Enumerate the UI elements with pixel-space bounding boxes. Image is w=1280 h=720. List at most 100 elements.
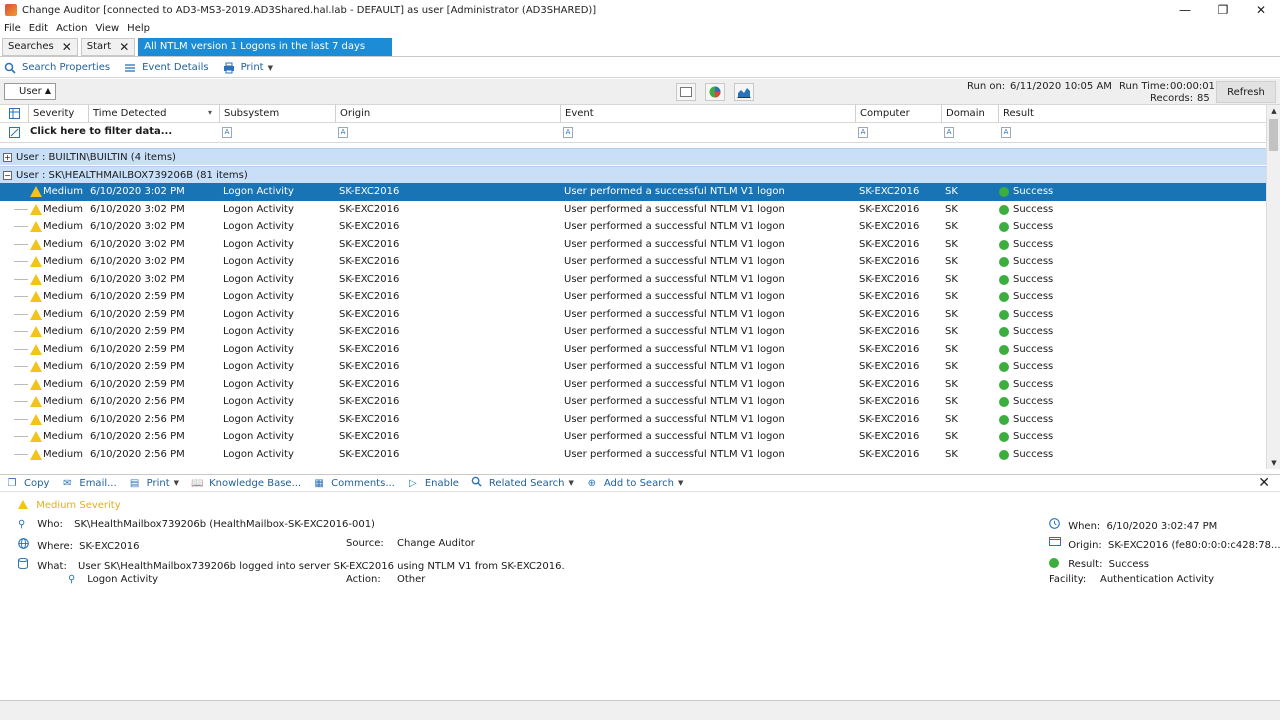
table-row[interactable]: Medium 6/10/2020 2:56 PM Logon Activity SK-…: [0, 393, 1266, 411]
origin-value[interactable]: SK-EXC2016 (fe80:0:0:0:c428:78...: [1108, 540, 1280, 551]
origin-filter-icon[interactable]: A: [338, 127, 348, 138]
related-search-button[interactable]: Related Search ▼: [471, 476, 574, 490]
pie-chart-view-button[interactable]: [705, 83, 725, 101]
sort-ascending-icon[interactable]: ▲: [45, 86, 51, 95]
computer-cell: SK-EXC2016: [859, 273, 920, 285]
column-header-origin[interactable]: Origin: [335, 105, 560, 123]
severity-cell: Medium: [43, 256, 83, 267]
table-row[interactable]: Medium 6/10/2020 2:59 PM Logon Activity SK-…: [0, 358, 1266, 376]
bar-chart-view-button[interactable]: [734, 83, 754, 101]
event-details-button[interactable]: Event Details: [124, 62, 209, 74]
event-cell: User performed a successful NTLM V1 logo…: [564, 448, 785, 460]
maximize-button[interactable]: ❐: [1204, 0, 1242, 20]
table-row[interactable]: Medium 6/10/2020 2:59 PM Logon Activity SK-…: [0, 376, 1266, 394]
minimize-button[interactable]: —: [1166, 0, 1204, 20]
success-icon: [999, 292, 1009, 302]
column-header-severity[interactable]: Severity: [28, 105, 88, 123]
column-header-computer[interactable]: Computer: [855, 105, 941, 123]
table-row[interactable]: Medium 6/10/2020 2:56 PM Logon Activity SK-…: [0, 428, 1266, 446]
table-row[interactable]: Medium 6/10/2020 3:02 PM Logon Activity SK-…: [0, 236, 1266, 254]
result-filter-icon[interactable]: A: [1001, 127, 1011, 138]
computer-filter-icon[interactable]: A: [858, 127, 868, 138]
event-cell: User performed a successful NTLM V1 logo…: [564, 203, 785, 215]
scroll-up-icon[interactable]: ▲: [1267, 105, 1280, 117]
comments-button[interactable]: ▦ Comments...: [313, 478, 394, 489]
group-row-healthmailbox[interactable]: − User : SK\HEALTHMAILBOX739206B (81 ite…: [0, 166, 1266, 183]
subsystem-cell: Logon Activity: [223, 221, 294, 232]
enable-button[interactable]: ▷ Enable: [407, 478, 459, 489]
column-header-subsystem[interactable]: Subsystem: [219, 105, 335, 123]
menu-help[interactable]: Help: [127, 23, 150, 34]
column-header-result[interactable]: Result: [998, 105, 1266, 123]
tab-start[interactable]: Start ✕: [80, 37, 136, 56]
who-value[interactable]: SK\HealthMailbox739206b (HealthMailbox-S…: [74, 519, 375, 530]
tab-close-icon[interactable]: ✕: [62, 40, 72, 54]
table-row[interactable]: Medium 6/10/2020 2:59 PM Logon Activity SK-…: [0, 323, 1266, 341]
email-button[interactable]: ✉ Email...: [61, 478, 116, 489]
subsystem-cell: Logon Activity: [223, 343, 294, 355]
table-row[interactable]: Medium 6/10/2020 3:02 PM Logon Activity SK-…: [0, 218, 1266, 236]
table-row[interactable]: Medium 6/10/2020 2:59 PM Logon Activity SK-…: [0, 288, 1266, 306]
menu-edit[interactable]: Edit: [29, 23, 48, 34]
menu-file[interactable]: File: [4, 23, 21, 34]
origin-cell: SK-EXC2016: [339, 256, 400, 267]
column-header-event[interactable]: Event: [560, 105, 855, 123]
domain-filter-icon[interactable]: A: [944, 127, 954, 138]
computer-cell: SK-EXC2016: [859, 238, 920, 250]
detail-print-button[interactable]: ▤ Print ▼: [129, 478, 179, 489]
group-by-user-chip[interactable]: User ▲: [4, 83, 56, 100]
severity-cell: Medium: [43, 203, 83, 215]
menu-view[interactable]: View: [95, 23, 119, 34]
subsystem-filter-icon[interactable]: A: [222, 127, 232, 138]
warning-icon: [30, 221, 42, 232]
close-window-button[interactable]: ✕: [1242, 0, 1280, 20]
tab-close-icon[interactable]: ✕: [119, 40, 129, 54]
computer-cell: SK-EXC2016: [859, 431, 920, 442]
vertical-scrollbar[interactable]: ▲ ▼: [1266, 105, 1280, 469]
table-row[interactable]: Medium 6/10/2020 3:02 PM Logon Activity SK-…: [0, 201, 1266, 219]
table-row[interactable]: Medium 6/10/2020 2:56 PM Logon Activity SK-…: [0, 411, 1266, 429]
filter-row[interactable]: Click here to filter data... A A A A A A: [0, 123, 1266, 143]
column-header-time-detected[interactable]: Time Detected: [88, 105, 219, 123]
tab-ntlm-search[interactable]: All NTLM version 1 Logons in the last 7 …: [138, 37, 393, 56]
refresh-button[interactable]: Refresh: [1216, 81, 1276, 103]
search-properties-button[interactable]: Search Properties: [4, 62, 110, 74]
table-row[interactable]: Medium 6/10/2020 2:56 PM Logon Activity SK-…: [0, 446, 1266, 464]
table-row[interactable]: Medium 6/10/2020 2:59 PM Logon Activity SK-…: [0, 341, 1266, 359]
subsystem-cell: Logon Activity: [223, 378, 294, 390]
expand-icon[interactable]: +: [3, 152, 12, 162]
scroll-down-icon[interactable]: ▼: [1267, 457, 1280, 469]
table-row[interactable]: Medium 6/10/2020 2:59 PM Logon Activity SK-…: [0, 306, 1266, 324]
severity-cell: Medium: [43, 448, 83, 460]
column-chooser-icon[interactable]: [9, 108, 20, 122]
chevron-down-icon: ▼: [173, 479, 180, 487]
group-row-builtin[interactable]: + User : BUILTIN\BUILTIN (4 items): [0, 148, 1266, 165]
column-header-domain[interactable]: Domain: [941, 105, 998, 123]
tree-indent-line: [14, 208, 28, 210]
add-to-search-button[interactable]: ⊕ Add to Search ▼: [586, 478, 684, 489]
menu-action[interactable]: Action: [56, 23, 87, 34]
copy-button[interactable]: ❐ Copy: [6, 478, 50, 489]
close-details-icon[interactable]: ✕: [1258, 475, 1270, 491]
table-row[interactable]: Medium 6/10/2020 3:02 PM Logon Activity SK-…: [0, 253, 1266, 271]
subsystem-value[interactable]: Logon Activity: [87, 574, 158, 585]
print-button[interactable]: Print ▼: [223, 62, 273, 74]
where-value[interactable]: SK-EXC2016: [79, 541, 139, 552]
subsystem-cell: Logon Activity: [223, 448, 294, 460]
warning-icon: [30, 378, 42, 390]
sort-descending-icon[interactable]: ▾: [208, 108, 212, 117]
table-row[interactable]: Medium 6/10/2020 3:02 PM Logon Activity SK-…: [0, 183, 1266, 201]
grid-view-button[interactable]: [676, 83, 696, 101]
tree-indent-line: [14, 401, 28, 402]
scroll-thumb[interactable]: [1269, 119, 1278, 151]
warning-icon: [30, 186, 42, 197]
table-row[interactable]: Medium 6/10/2020 3:02 PM Logon Activity SK-…: [0, 271, 1266, 289]
computer-cell: SK-EXC2016: [859, 221, 920, 232]
event-filter-icon[interactable]: A: [563, 127, 573, 138]
tab-searches[interactable]: Searches ✕: [2, 37, 78, 56]
collapse-icon[interactable]: −: [3, 170, 12, 180]
result-cell: Success: [1013, 326, 1054, 337]
filter-prompt[interactable]: Click here to filter data...: [30, 126, 172, 137]
knowledge-base-button[interactable]: 📖 Knowledge Base...: [191, 478, 301, 489]
domain-cell: SK: [945, 256, 958, 267]
